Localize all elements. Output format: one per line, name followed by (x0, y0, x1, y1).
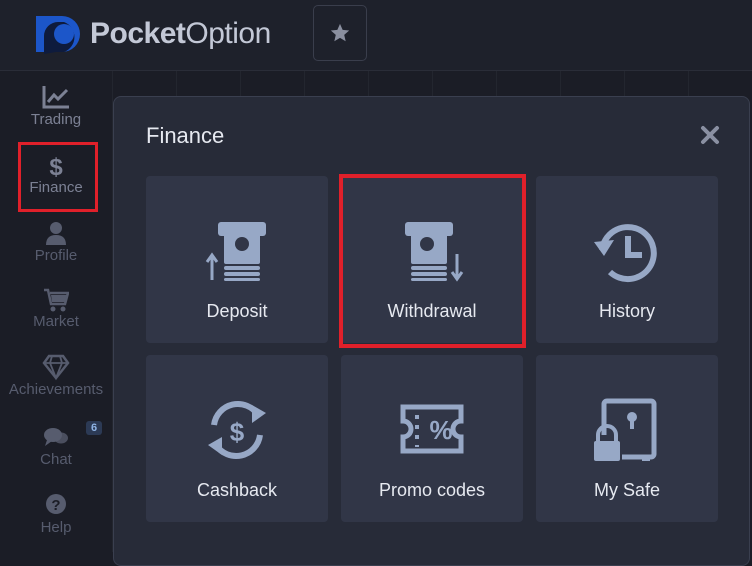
sidebar-item-label: Market (33, 313, 79, 330)
tile-label: Deposit (206, 301, 268, 321)
chat-icon (44, 428, 68, 446)
sidebar-item-market[interactable]: Market (0, 285, 112, 330)
brand-name[interactable]: PocketOption (90, 14, 271, 54)
star-icon (330, 23, 350, 42)
history-tile[interactable]: History (536, 176, 718, 343)
chat-unread-badge: 6 (86, 421, 103, 435)
deposit-icon (205, 222, 266, 281)
diamond-icon (42, 354, 70, 381)
sidebar-item-chat[interactable]: Chat 6 (0, 421, 112, 468)
finance-highlight-box (18, 142, 98, 212)
user-icon (46, 222, 66, 245)
pocket-option-logo-icon[interactable] (34, 14, 80, 54)
help-icon: ? (46, 494, 66, 514)
favorites-button[interactable] (313, 5, 367, 61)
sidebar-item-label: Chat (40, 451, 72, 468)
sidebar-item-label: Profile (34, 247, 78, 264)
chart-line-icon (42, 86, 69, 109)
cart-icon (44, 288, 69, 312)
sidebar-item-profile[interactable]: Profile (0, 219, 112, 264)
modal-title: Finance (146, 123, 225, 148)
sidebar-item-label: Trading (30, 111, 82, 128)
tile-label: My Safe (593, 480, 661, 500)
safe-icon (592, 398, 657, 463)
sidebar-item-help[interactable]: ? Help (0, 491, 112, 536)
sidebar-item-label: Achievements (8, 381, 104, 398)
sidebar-item-label: Help (40, 519, 72, 536)
my-safe-tile[interactable]: My Safe (536, 355, 718, 522)
tile-label: Cashback (196, 480, 278, 500)
deposit-tile[interactable]: Deposit (146, 176, 328, 343)
cashback-tile[interactable]: $ Cashback (146, 355, 328, 522)
top-bar: PocketOption (0, 0, 752, 71)
promo-codes-icon: % (400, 404, 464, 454)
promo-codes-tile[interactable]: % Promo codes (341, 355, 523, 522)
svg-text:%: % (429, 415, 452, 445)
tile-label: Promo codes (378, 480, 486, 500)
svg-text:?: ? (51, 497, 60, 514)
sidebar-item-achievements[interactable]: Achievements (0, 353, 112, 398)
tile-label: History (598, 301, 655, 321)
svg-text:$: $ (230, 417, 245, 447)
close-icon (701, 126, 719, 144)
withdrawal-highlight-box (339, 174, 526, 348)
sidebar-item-trading[interactable]: Trading (0, 83, 112, 128)
history-icon (594, 224, 657, 283)
close-button[interactable] (698, 123, 722, 147)
cashback-icon: $ (208, 400, 266, 460)
